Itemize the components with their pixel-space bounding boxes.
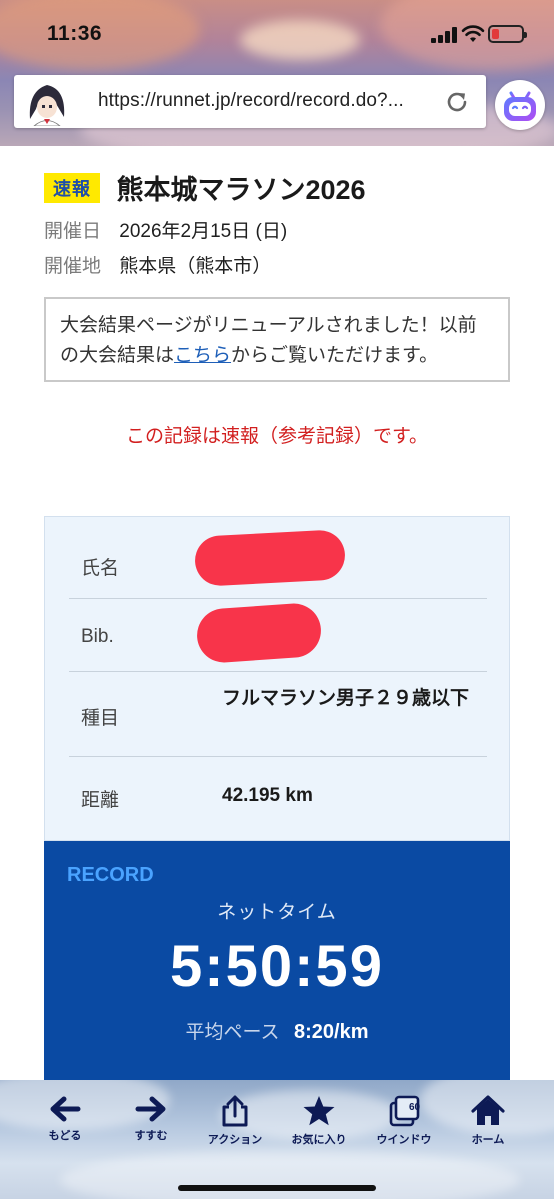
browser-top-chrome: 11:36 https://runnet.jp/record/record.do… (0, 0, 554, 146)
status-bar: 11:36 (0, 0, 554, 70)
forward-label: すすむ (134, 1130, 168, 1142)
windows-label: ウインドウ (376, 1134, 432, 1146)
wifi-icon (461, 25, 485, 42)
renewal-notice: 大会結果ページがリニューアルされました！以前の大会結果はこちらからご覧いただけま… (44, 297, 510, 382)
result-row-category: 種目 フルマラソン男子２９歳以下 (69, 672, 487, 757)
window-count-badge: 60 (409, 1102, 421, 1113)
toolbar-windows-button[interactable]: 60 ウインドウ (364, 1094, 444, 1147)
notice-link[interactable]: こちら (174, 345, 231, 366)
url-text[interactable]: https://runnet.jp/record/record.do?... (98, 90, 404, 112)
event-date-row: 開催日 2026年2月15日 (日) (44, 216, 287, 243)
cellular-signal-icon (431, 27, 457, 43)
event-title: 熊本城マラソン2026 (116, 175, 366, 205)
pace-value: 8:20/km (294, 1021, 369, 1043)
net-time-value: 5:50:59 (170, 934, 384, 999)
arrow-left-icon (50, 1096, 81, 1122)
venue-value: 熊本県（熊本市） (119, 256, 272, 277)
reload-icon[interactable] (443, 88, 471, 116)
bib-redaction (195, 601, 323, 665)
event-title-row: 速報 熊本城マラソン2026 (44, 168, 366, 205)
category-label: 種目 (81, 708, 120, 729)
bib-label: Bib. (81, 626, 114, 647)
action-label: アクション (207, 1134, 263, 1146)
result-details-card: 氏名 Bib. 種目 フルマラソン男子２９歳以下 距離 42.195 km (44, 516, 510, 841)
arrow-right-icon (135, 1096, 166, 1122)
bookmarks-label: お気に入り (291, 1134, 347, 1146)
notice-text-after: からご覧いただけます。 (231, 345, 439, 366)
toolbar-forward-button[interactable]: すすむ (111, 1094, 191, 1143)
record-card: RECORD ネットタイム 5:50:59 平均ペース 8:20/km (44, 841, 510, 1086)
home-label: ホーム (471, 1134, 505, 1146)
toolbar-bookmarks-button[interactable]: お気に入り (279, 1094, 359, 1147)
net-time-label: ネットタイム (217, 902, 337, 923)
star-icon (303, 1096, 335, 1126)
date-label: 開催日 (44, 221, 102, 242)
preliminary-badge: 速報 (44, 172, 100, 203)
date-value: 2026年2月15日 (日) (119, 221, 288, 242)
share-icon (222, 1095, 248, 1127)
address-bar[interactable]: https://runnet.jp/record/record.do?... (14, 75, 486, 128)
toolbar-back-button[interactable]: もどる (25, 1094, 105, 1143)
record-heading: RECORD (67, 864, 154, 886)
status-time: 11:36 (47, 22, 103, 45)
distance-value: 42.195 km (222, 785, 313, 806)
result-row-distance: 距離 42.195 km (69, 757, 487, 837)
result-row-name: 氏名 (69, 529, 487, 599)
home-indicator[interactable] (178, 1185, 376, 1191)
browser-toolbar: もどる すすむ アクション お気に入り 60 ウインドウ ホーム (0, 1080, 554, 1199)
distance-label: 距離 (81, 790, 120, 811)
toolbar-action-button[interactable]: アクション (195, 1094, 275, 1147)
preliminary-warning: この記録は速報（参考記録）です。 (125, 426, 429, 447)
event-venue-row: 開催地 熊本県（熊本市） (44, 251, 271, 278)
avatar-icon[interactable] (20, 77, 74, 126)
home-icon (471, 1095, 505, 1125)
category-value: フルマラソン男子２９歳以下 (222, 688, 470, 709)
robot-face-icon[interactable] (495, 80, 545, 130)
venue-label: 開催地 (44, 256, 102, 277)
name-label: 氏名 (81, 558, 120, 579)
toolbar-home-button[interactable]: ホーム (448, 1094, 528, 1147)
pace-label: 平均ペース (185, 1022, 280, 1043)
battery-level (492, 29, 499, 39)
name-redaction (193, 529, 347, 587)
result-row-bib: Bib. (69, 599, 487, 672)
back-label: もどる (48, 1130, 82, 1142)
toolbar-cloud (60, 1150, 520, 1199)
average-pace-row: 平均ペース 8:20/km (44, 1017, 510, 1044)
battery-icon (488, 25, 527, 43)
